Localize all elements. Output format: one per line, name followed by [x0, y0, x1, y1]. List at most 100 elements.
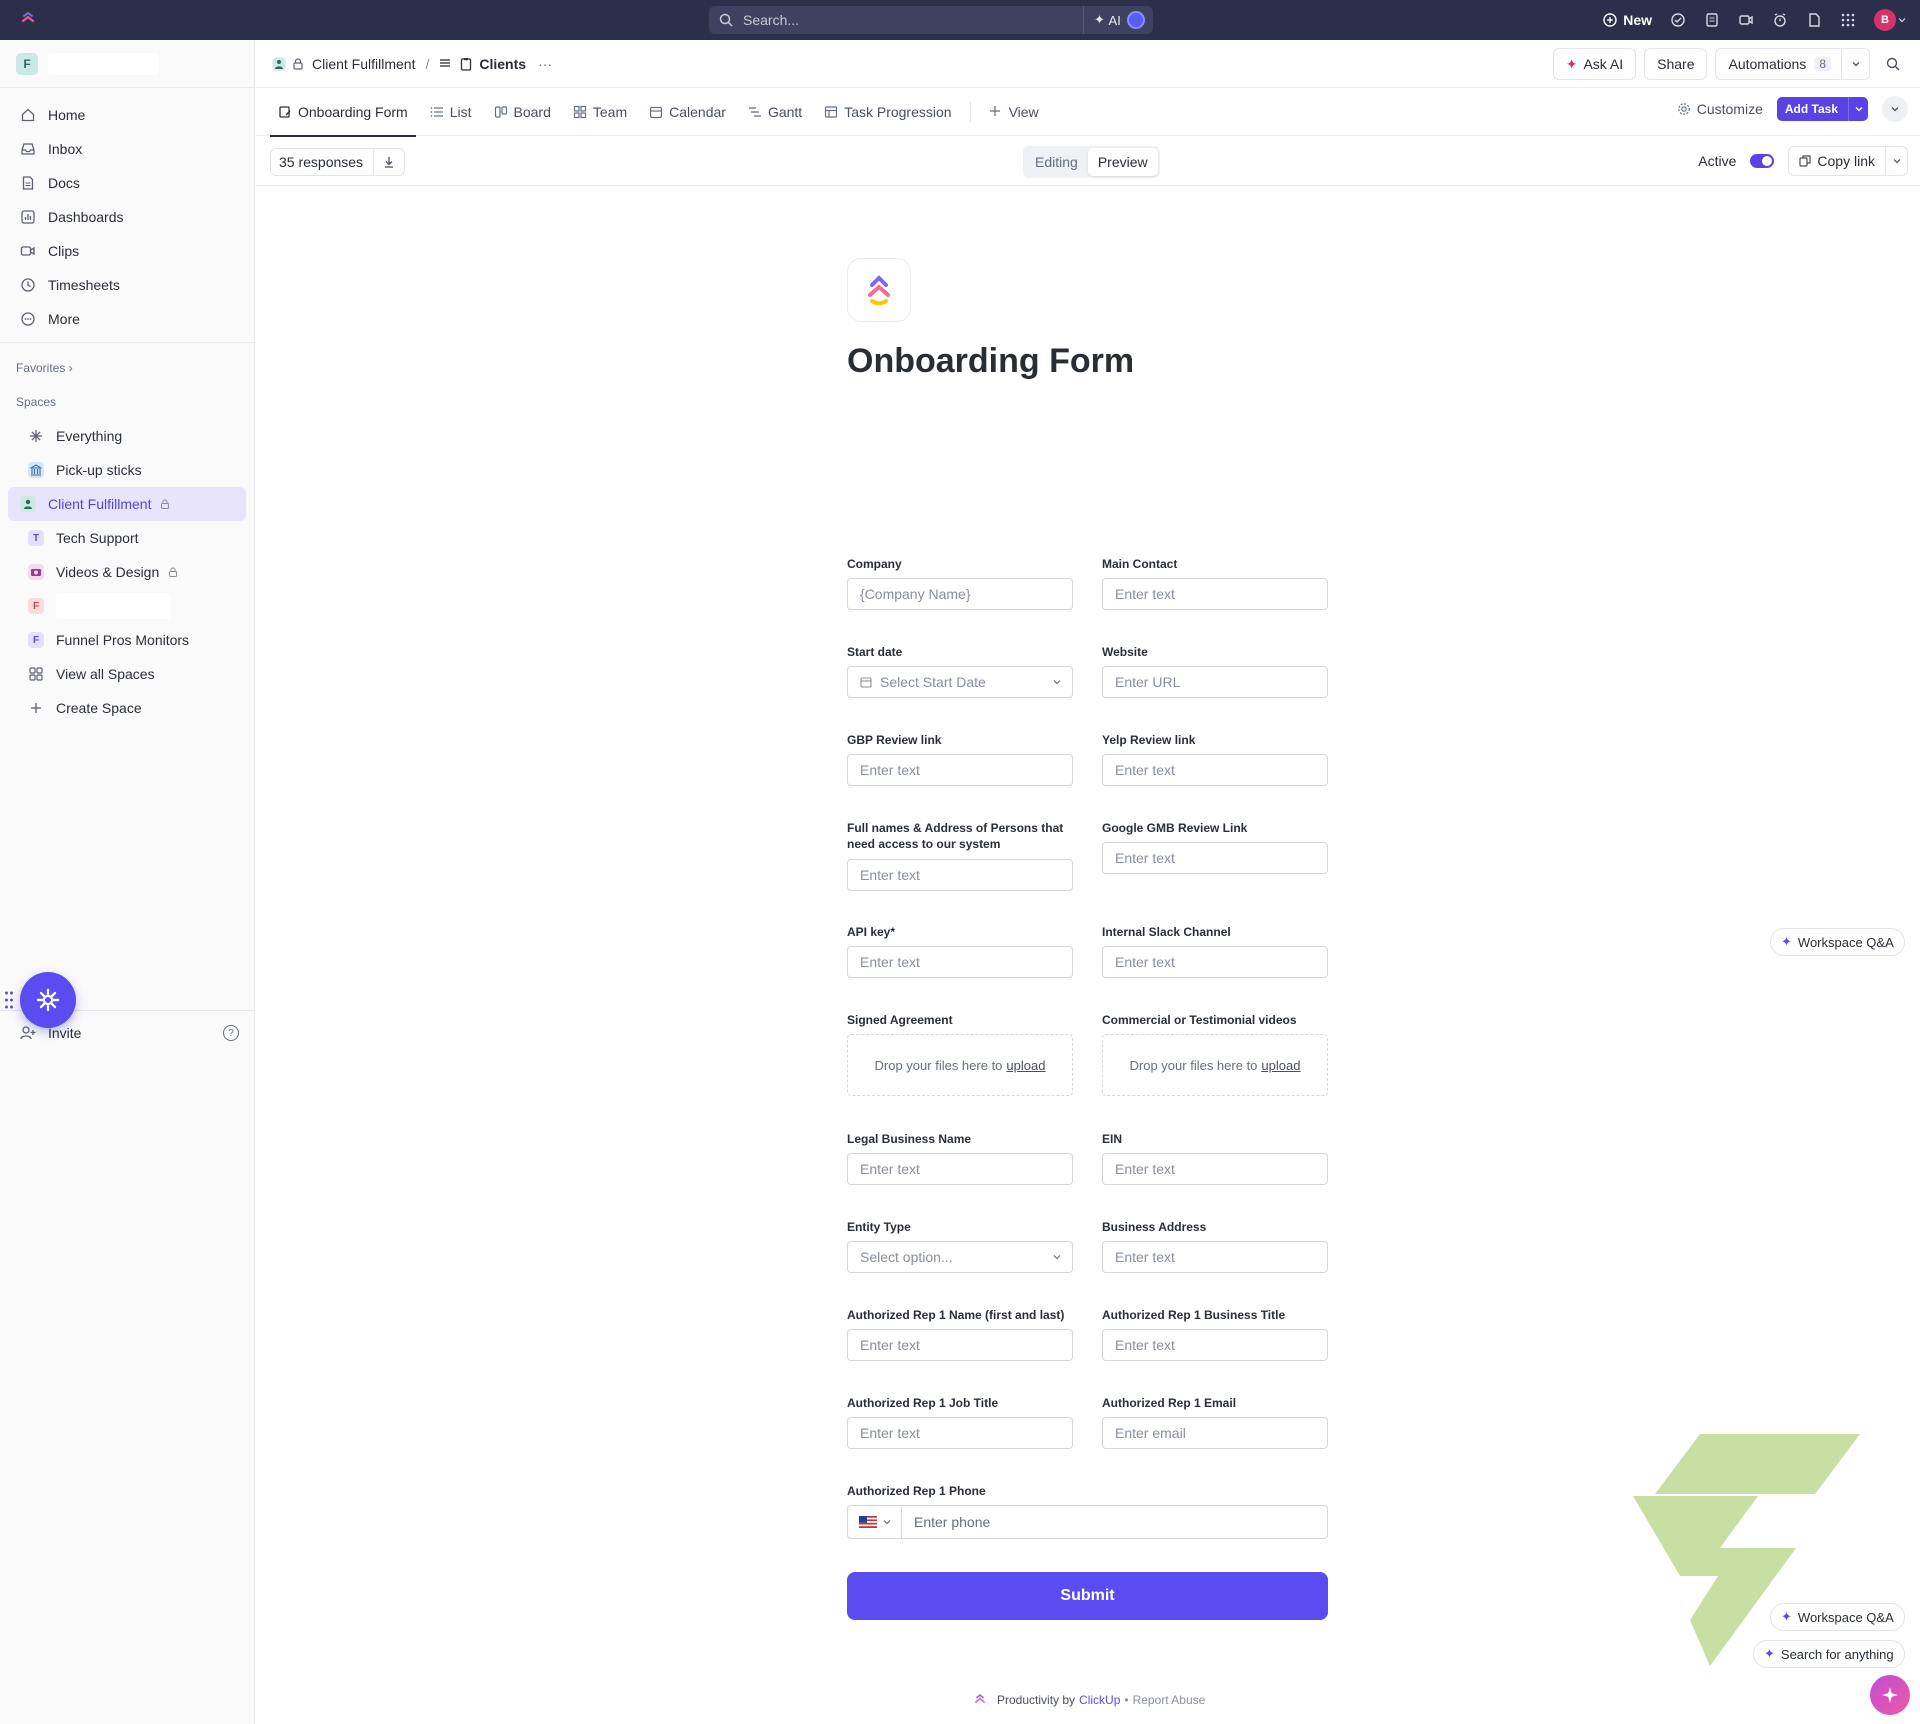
sidebar-item-pickup-sticks[interactable]: Pick-up sticks [8, 453, 246, 487]
ask-ai-button[interactable]: ✦ Ask AI [1552, 48, 1637, 80]
clipboard-icon [459, 57, 473, 71]
user-menu[interactable]: B [1874, 9, 1906, 31]
chevron-down-icon[interactable] [1885, 147, 1907, 175]
share-button[interactable]: Share [1644, 48, 1708, 80]
apps-grid-icon[interactable] [1840, 12, 1856, 28]
clickup-logo-icon[interactable] [20, 11, 36, 27]
start-date-picker[interactable]: Select Start Date [847, 666, 1073, 698]
breadcrumb-separator: / [425, 55, 430, 72]
sidebar-item-client-fulfillment[interactable]: Client Fulfillment [8, 487, 246, 521]
workspace-qa-button[interactable]: ✦ Workspace Q&A [1770, 928, 1905, 956]
sidebar-item-timesheets[interactable]: Timesheets [0, 268, 254, 302]
copy-link-button[interactable]: Copy link [1788, 146, 1908, 176]
footer-clickup-link[interactable]: ClickUp [1079, 1693, 1120, 1707]
sidebar-item-redacted-space[interactable]: F [8, 589, 246, 623]
rep1-email-input[interactable]: Enter email [1102, 1417, 1328, 1449]
sidebar-item-label: Dashboards [48, 209, 124, 225]
rep1-business-title-input[interactable]: Enter text [1102, 1329, 1328, 1361]
country-code-select[interactable] [848, 1506, 902, 1538]
rep1-name-label: Authorized Rep 1 Name (first and last) [847, 1308, 1065, 1322]
tab-label: Calendar [669, 103, 726, 120]
website-input[interactable]: Enter URL [1102, 666, 1328, 698]
submit-button[interactable]: Submit [847, 1572, 1328, 1620]
workspace-switcher[interactable]: F [0, 40, 254, 88]
chevron-down-icon[interactable] [1841, 49, 1869, 79]
business-address-input[interactable]: Enter text [1102, 1241, 1328, 1273]
drag-handle-icon[interactable] [4, 990, 14, 1010]
search-anything-button[interactable]: ✦ Search for anything [1753, 1640, 1905, 1668]
sidebar-item-funnel-pros-monitors[interactable]: F Funnel Pros Monitors [8, 623, 246, 657]
preview-tab[interactable]: Preview [1087, 148, 1158, 176]
editing-tab[interactable]: Editing [1025, 148, 1088, 176]
sidebar-item-more[interactable]: More [0, 302, 254, 336]
breadcrumb-space[interactable]: Client Fulfillment [272, 56, 415, 72]
company-input[interactable]: {Company Name} [847, 578, 1073, 610]
videos-dropzone[interactable]: Drop your files here to upload [1102, 1034, 1328, 1096]
collapse-toggle-button[interactable] [1882, 96, 1908, 122]
entity-type-select[interactable]: Select option... [847, 1241, 1073, 1273]
video-icon[interactable] [1738, 12, 1754, 28]
api-key-input[interactable]: Enter text [847, 946, 1073, 978]
sidebar-item-home[interactable]: Home [0, 98, 254, 132]
workspace-qa-label: Workspace Q&A [1797, 934, 1894, 950]
alarm-icon[interactable] [1772, 12, 1788, 28]
sidebar-item-create-space[interactable]: Create Space [8, 691, 246, 725]
main-contact-label: Main Contact [1102, 557, 1178, 571]
tab-board[interactable]: Board [486, 88, 559, 136]
sidebar-item-dashboards[interactable]: Dashboards [0, 200, 254, 234]
ein-input[interactable]: Enter text [1102, 1153, 1328, 1185]
legal-name-input[interactable]: Enter text [847, 1153, 1073, 1185]
new-button[interactable]: New [1603, 12, 1652, 28]
global-search[interactable]: Search... ✦ AI [709, 6, 1153, 34]
tab-gantt[interactable]: Gantt [740, 88, 810, 136]
rep1-job-title-input[interactable]: Enter text [847, 1417, 1073, 1449]
chevron-down-icon[interactable] [1848, 97, 1868, 121]
sidebar-item-clips[interactable]: Clips [0, 234, 254, 268]
breadcrumb-more-button[interactable]: ··· [538, 56, 552, 72]
sidebar-item-everything[interactable]: Everything [8, 419, 246, 453]
document-icon[interactable] [1806, 12, 1822, 28]
business-address-field: Business Address Enter text [1102, 1219, 1328, 1273]
upload-link[interactable]: upload [1261, 1058, 1300, 1073]
workspace-qa-button[interactable]: ✦ Workspace Q&A [1770, 1603, 1905, 1631]
responses-button[interactable]: 35 responses [271, 149, 375, 175]
sidebar-item-tech-support[interactable]: T Tech Support [8, 521, 246, 555]
main-contact-input[interactable]: Enter text [1102, 578, 1328, 610]
favorites-header[interactable]: Favorites › [0, 351, 254, 385]
full-names-input[interactable]: Enter text [847, 859, 1073, 891]
slack-channel-input[interactable]: Enter text [1102, 946, 1328, 978]
active-toggle[interactable] [1750, 154, 1775, 168]
ai-assistant-fab[interactable] [1870, 1675, 1910, 1715]
tab-task-progression[interactable]: Task Progression [816, 88, 959, 136]
sidebar-item-videos-design[interactable]: Videos & Design [8, 555, 246, 589]
gbp-review-input[interactable]: Enter text [847, 754, 1073, 786]
ai-button[interactable]: ✦ AI [1083, 6, 1153, 34]
sidebar-item-inbox[interactable]: Inbox [0, 132, 254, 166]
google-gmb-input[interactable]: Enter text [1102, 842, 1328, 874]
sidebar-item-view-all-spaces[interactable]: View all Spaces [8, 657, 246, 691]
breadcrumb-list[interactable]: Clients [439, 56, 526, 72]
add-view-button[interactable]: View [981, 88, 1047, 136]
assistant-fab-button[interactable] [20, 972, 76, 1028]
check-circle-icon[interactable] [1670, 12, 1686, 28]
add-task-button[interactable]: Add Task [1776, 97, 1868, 121]
signed-agreement-dropzone[interactable]: Drop your files here to upload [847, 1034, 1073, 1096]
rep1-name-input[interactable]: Enter text [847, 1329, 1073, 1361]
yelp-review-input[interactable]: Enter text [1102, 754, 1328, 786]
notepad-icon[interactable] [1704, 12, 1720, 28]
tab-list[interactable]: List [422, 88, 480, 136]
customize-button[interactable]: Customize [1677, 101, 1763, 117]
search-icon[interactable] [1878, 49, 1908, 79]
lock-icon [169, 567, 178, 577]
help-icon[interactable]: ? [223, 1025, 239, 1041]
space-badge: F [28, 632, 44, 648]
download-icon[interactable] [374, 156, 404, 168]
automations-button[interactable]: Automations 8 [1715, 48, 1870, 80]
tab-team[interactable]: Team [565, 88, 635, 136]
sidebar-item-docs[interactable]: Docs [0, 166, 254, 200]
tab-calendar[interactable]: Calendar [641, 88, 734, 136]
rep1-phone-input[interactable]: Enter phone [847, 1505, 1328, 1539]
upload-link[interactable]: upload [1006, 1058, 1045, 1073]
tab-onboarding-form[interactable]: Onboarding Form [270, 88, 416, 137]
report-abuse-link[interactable]: Report Abuse [1133, 1693, 1206, 1707]
